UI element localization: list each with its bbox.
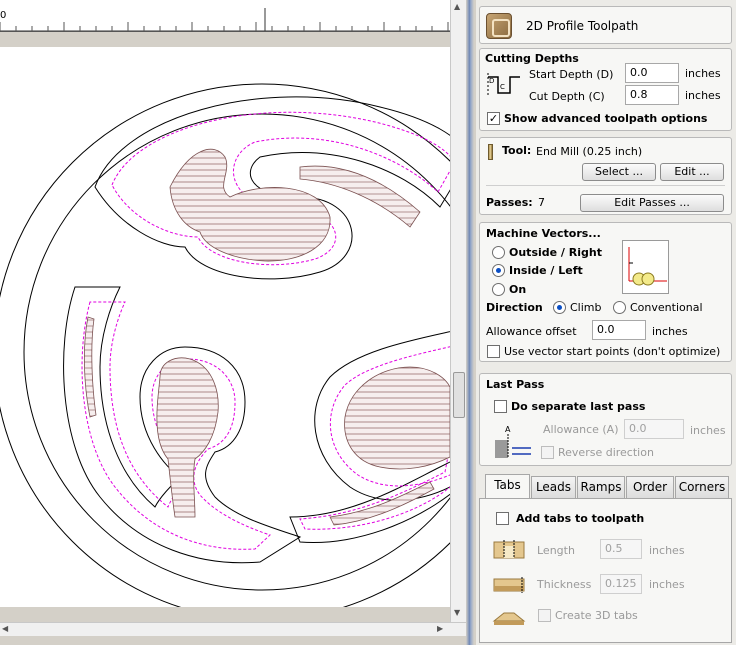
right-region-pocket (344, 366, 450, 470)
edit-tool-button[interactable]: Edit ... (660, 163, 724, 181)
last-pass-heading: Last Pass (486, 378, 545, 391)
cut-depth-input[interactable]: 0.8 (625, 85, 679, 105)
allowance-offset-unit: inches (652, 325, 688, 338)
ruler-ticks (0, 8, 450, 32)
start-depth-label: Start Depth (D) (529, 68, 614, 81)
cut-depth-unit: inches (685, 89, 721, 102)
scroll-up-icon[interactable]: ▲ (454, 2, 460, 11)
profile-toolpath-icon (486, 13, 512, 39)
create-3d-tabs-checkbox[interactable] (538, 609, 551, 622)
vector-start-points-label: Use vector start points (don't optimize) (504, 345, 721, 358)
panel-splitter[interactable] (466, 0, 474, 645)
tab-tabs[interactable]: Tabs (485, 474, 530, 499)
add-tabs-label: Add tabs to toolpath (516, 512, 645, 525)
separate-last-pass-checkbox[interactable] (494, 400, 507, 413)
depth-diagram-icon: D C (487, 73, 520, 97)
scroll-right-icon[interactable]: ▶ (437, 624, 443, 633)
last-pass-allowance-unit: inches (690, 424, 726, 437)
tab-order[interactable]: Order (626, 476, 674, 498)
reverse-direction-checkbox[interactable] (541, 446, 554, 459)
outside-right-radio[interactable] (492, 246, 505, 259)
cutting-depths-section: Cutting Depths D C Start Depth (D) 0.0 i… (479, 48, 732, 131)
reverse-direction-label: Reverse direction (558, 446, 654, 459)
machine-vectors-heading: Machine Vectors... (486, 227, 601, 240)
tab-thickness-label: Thickness (537, 578, 592, 591)
left-arm-pocket (84, 316, 97, 418)
top-ruler: 0 (0, 0, 450, 32)
scroll-down-icon[interactable]: ▼ (454, 608, 460, 617)
horizontal-scrollbar[interactable]: ◀ ▶ (0, 622, 466, 636)
on-radio[interactable] (492, 283, 505, 296)
svg-text:D: D (489, 77, 494, 85)
create-3d-tabs-label: Create 3D tabs (555, 609, 638, 622)
ruler-zero-label: 0 (0, 10, 7, 21)
tab-ramps[interactable]: Ramps (577, 476, 625, 498)
design-drawing (0, 83, 450, 607)
climb-label: Climb (570, 301, 602, 314)
conventional-radio[interactable] (613, 301, 626, 314)
start-depth-input[interactable]: 0.0 (625, 63, 679, 83)
tab-length-input[interactable]: 0.5 (600, 539, 642, 559)
app-window: 0 ▲ ▼ ◀ ▶ 2D Profile Toolpath Cutting De… (0, 0, 736, 645)
end-mill-icon (488, 144, 493, 160)
panel-title: 2D Profile Toolpath (526, 19, 639, 33)
inside-left-label: Inside / Left (509, 264, 583, 277)
drawing-area: 0 ▲ ▼ ◀ ▶ (0, 0, 466, 645)
conventional-label: Conventional (630, 301, 703, 314)
climb-radio[interactable] (553, 301, 566, 314)
tabs-tab-content: Add tabs to toolpath Length 0.5 inches T… (479, 498, 732, 643)
panel-header: 2D Profile Toolpath (479, 6, 732, 44)
tab-length-label: Length (537, 544, 575, 557)
outside-right-label: Outside / Right (509, 246, 602, 259)
cutting-depths-heading: Cutting Depths (485, 52, 579, 65)
tool-separator (486, 185, 725, 186)
start-depth-unit: inches (685, 67, 721, 80)
inside-left-radio[interactable] (492, 264, 505, 277)
scroll-left-icon[interactable]: ◀ (2, 624, 8, 633)
tab-length-icon (493, 540, 525, 559)
direction-label: Direction (486, 301, 543, 314)
tab-3d-icon (492, 612, 526, 625)
allowance-offset-input[interactable]: 0.0 (592, 320, 646, 340)
tool-label: Tool: (502, 144, 532, 157)
cut-depth-label: Cut Depth (C) (529, 90, 605, 103)
left-region-pocket (156, 357, 219, 518)
design-viewport[interactable] (0, 47, 450, 607)
options-tab-strip: Tabs Leads Ramps Order Corners (479, 474, 732, 499)
advanced-options-label: Show advanced toolpath options (504, 112, 708, 125)
edit-passes-button[interactable]: Edit Passes ... (580, 194, 724, 212)
allowance-offset-label: Allowance offset (486, 325, 577, 338)
tab-thickness-icon (493, 577, 525, 593)
passes-value: 7 (538, 196, 545, 209)
tab-thickness-input[interactable]: 0.125 (600, 574, 642, 594)
vertical-scrollbar[interactable]: ▲ ▼ (450, 0, 466, 622)
tool-value: End Mill (0.25 inch) (536, 145, 643, 158)
vector-preview-icon (622, 240, 669, 294)
tab-corners[interactable]: Corners (675, 476, 729, 498)
right-arm-pocket (329, 481, 435, 526)
last-pass-diagram-icon: A (495, 425, 531, 458)
last-pass-allowance-label: Allowance (A) (543, 423, 619, 436)
last-pass-section: Last Pass Do separate last pass A Allowa… (479, 373, 732, 466)
toolpath-panel: 2D Profile Toolpath Cutting Depths D C S… (476, 0, 736, 645)
last-pass-allowance-input[interactable]: 0.0 (624, 419, 684, 439)
add-tabs-checkbox[interactable] (496, 512, 509, 525)
separate-last-pass-label: Do separate last pass (511, 400, 646, 413)
tab-leads[interactable]: Leads (531, 476, 576, 498)
svg-text:C: C (500, 83, 505, 91)
advanced-options-checkbox[interactable]: ✓ (487, 112, 500, 125)
svg-text:A: A (505, 425, 511, 434)
tab-thickness-unit: inches (649, 578, 685, 591)
vector-start-points-checkbox[interactable] (487, 345, 500, 358)
machine-vectors-section: Machine Vectors... Outside / Right Insid… (479, 222, 732, 362)
select-tool-button[interactable]: Select ... (582, 163, 656, 181)
on-label: On (509, 283, 527, 296)
tab-length-unit: inches (649, 544, 685, 557)
tool-section: Tool: End Mill (0.25 inch) Select ... Ed… (479, 137, 732, 215)
passes-label: Passes: (486, 196, 533, 209)
vertical-scroll-thumb[interactable] (453, 372, 465, 418)
